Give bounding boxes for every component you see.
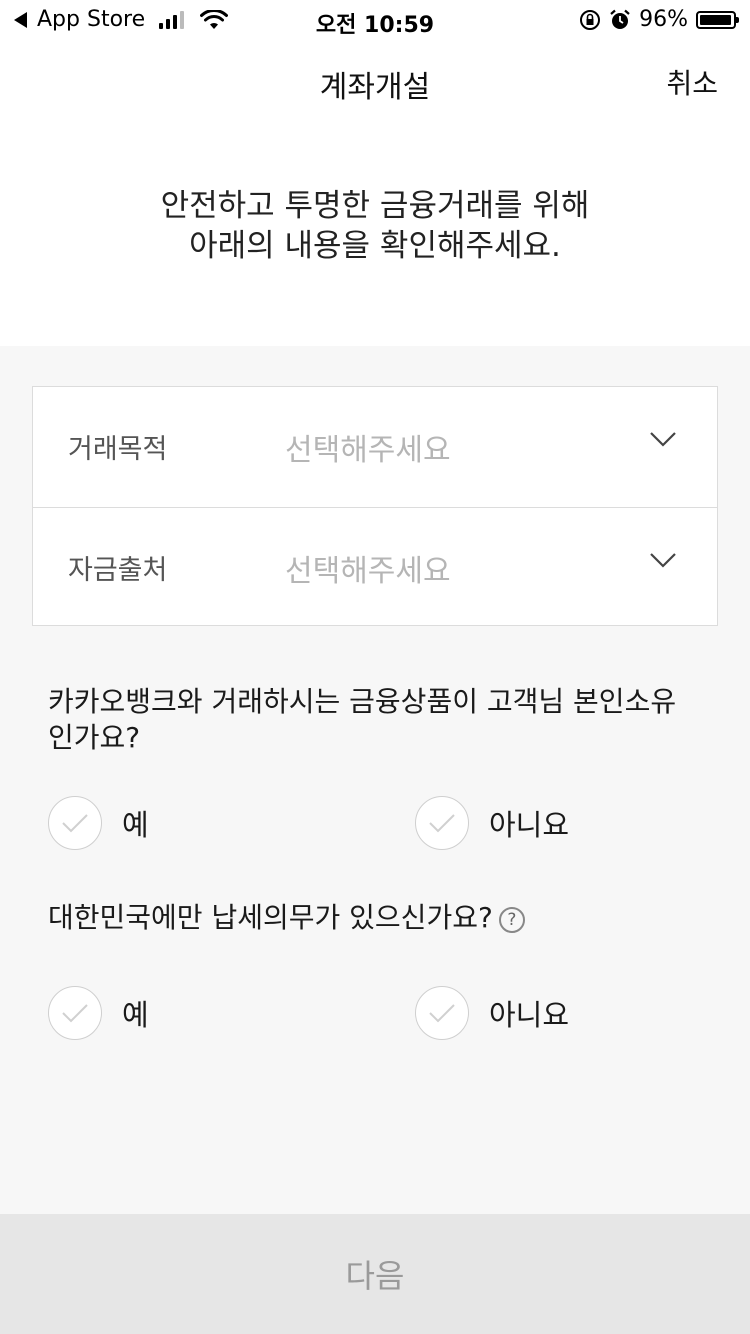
select-label: 거래목적	[68, 434, 168, 465]
top-section: App Store 오전 10:59 96% 계좌개설 취소 안전하고 투명한 …	[0, 0, 750, 346]
select-label: 자금출처	[68, 555, 168, 586]
cancel-button[interactable]: 취소	[666, 62, 718, 102]
status-bar: App Store 오전 10:59 96%	[0, 0, 750, 40]
radio-circle	[48, 986, 102, 1040]
radio-label: 아니요	[489, 808, 570, 842]
select-card: 거래목적 선택해주세요 자금출처 선택해주세요	[32, 386, 718, 626]
tax-yes-radio[interactable]: 예	[48, 986, 149, 1040]
tax-question: 대한민국에만 납세의무가 있으신가요??	[48, 900, 688, 936]
battery-percent: 96%	[639, 7, 688, 32]
ownership-yes-radio[interactable]: 예	[48, 796, 149, 850]
select-placeholder: 선택해주세요	[285, 554, 451, 589]
check-icon	[429, 1004, 455, 1023]
radio-circle	[48, 796, 102, 850]
tax-no-radio[interactable]: 아니요	[415, 986, 569, 1040]
intro-line-1: 안전하고 투명한 금융거래를 위해	[160, 188, 590, 224]
check-icon	[429, 814, 455, 833]
chevron-down-icon	[650, 432, 676, 447]
ownership-no-radio[interactable]: 아니요	[415, 796, 569, 850]
alarm-icon	[610, 9, 630, 29]
radio-label: 아니요	[489, 998, 570, 1032]
chevron-down-icon	[650, 553, 676, 568]
intro-line-2: 아래의 내용을 확인해주세요.	[189, 228, 561, 264]
select-placeholder: 선택해주세요	[285, 433, 451, 468]
page-title: 계좌개설	[319, 70, 431, 105]
tax-question-text: 대한민국에만 납세의무가 있으신가요?	[48, 901, 493, 934]
check-icon	[62, 814, 88, 833]
help-icon[interactable]: ?	[498, 907, 525, 933]
ownership-question: 카카오뱅크와 거래하시는 금융상품이 고객님 본인소유인가요?	[48, 685, 677, 754]
battery-icon	[696, 10, 739, 29]
check-icon	[62, 1004, 88, 1023]
radio-circle	[415, 796, 469, 850]
transaction-purpose-select[interactable]: 거래목적 선택해주세요	[33, 387, 717, 506]
radio-circle	[415, 986, 469, 1040]
radio-label: 예	[122, 808, 149, 842]
orientation-lock-icon	[580, 9, 601, 30]
radio-label: 예	[122, 998, 149, 1032]
next-button[interactable]: 다음	[0, 1214, 750, 1334]
status-right: 96%	[579, 7, 739, 32]
intro-text: 안전하고 투명한 금융거래를 위해 아래의 내용을 확인해주세요.	[0, 186, 750, 266]
fund-source-select[interactable]: 자금출처 선택해주세요	[33, 507, 717, 627]
